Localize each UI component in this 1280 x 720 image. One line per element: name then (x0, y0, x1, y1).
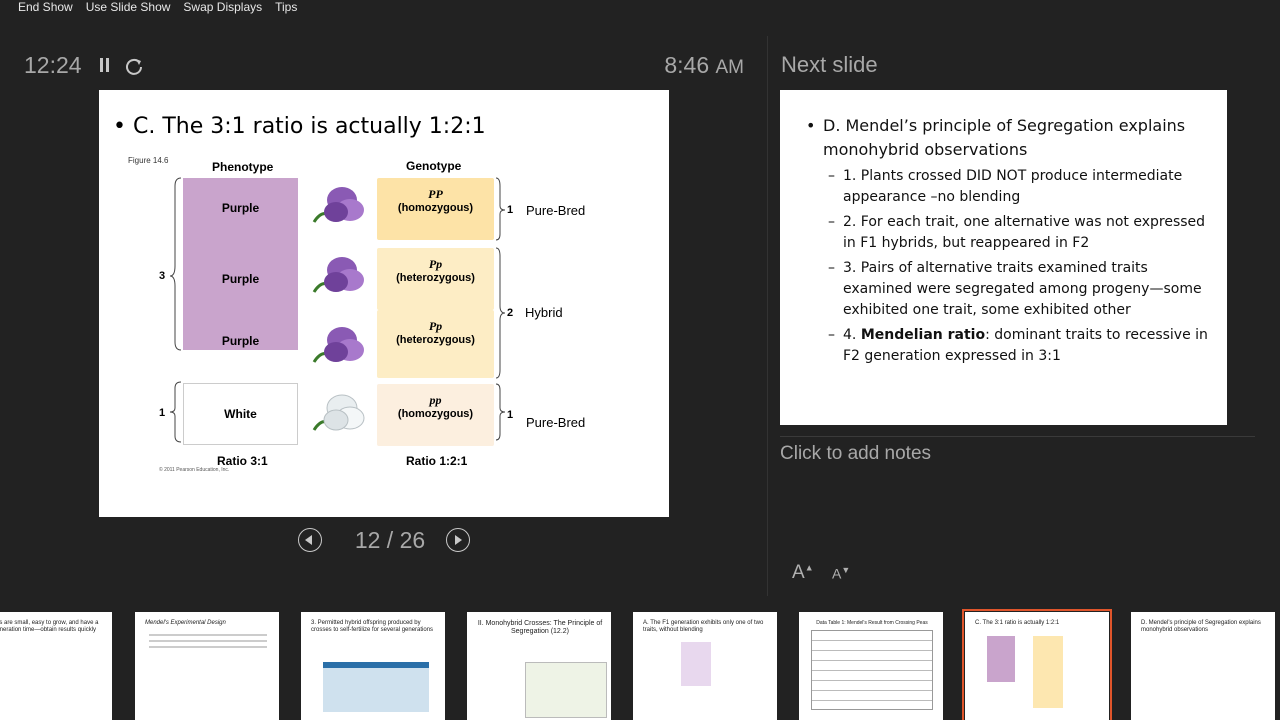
hybrid-label: Hybrid (525, 305, 563, 320)
copyright-text: © 2011 Pearson Education, Inc. (159, 467, 230, 473)
previous-slide-icon[interactable] (298, 528, 322, 552)
end-show-menu[interactable]: End Show (0, 0, 82, 16)
genotype-type: (heterozygous) (396, 334, 475, 346)
thumbnail-table (811, 630, 933, 710)
slide-thumbnail-selected[interactable]: C. The 3:1 ratio is actually 1:2:1 (962, 609, 1112, 720)
subpoint-prefix: 4. (843, 327, 861, 343)
slide-filmstrip: ea plants are small, easy to grow, and h… (0, 608, 1280, 720)
notes-divider (780, 436, 1255, 437)
phenotype-label: Purple (221, 334, 260, 348)
swap-displays-menu[interactable]: Swap Displays (179, 0, 271, 16)
pure-bred-label: Pure-Bred (526, 415, 586, 430)
arrow-down-icon: ▼ (841, 565, 851, 575)
phenotype-ratio: Ratio 3:1 (217, 454, 268, 468)
increase-font-label: A (792, 562, 805, 583)
thumbnail-line (149, 640, 267, 642)
next-slide-label: Next slide (781, 52, 878, 77)
pure-bred-label: Pure-Bred (526, 203, 586, 218)
thumbnail-line (149, 634, 267, 636)
slide-title: C. The 3:1 ratio is actually 1:2:1 (113, 114, 486, 139)
next-slide-bullet: D. Mendel’s principle of Segregation exp… (806, 114, 1213, 162)
white-flower-icon (312, 394, 365, 431)
slide-thumbnail[interactable]: ea plants are small, easy to grow, and h… (0, 612, 112, 720)
thumbnail-title: A. The F1 generation exhibits only one o… (643, 620, 764, 633)
pause-icon[interactable] (98, 58, 112, 73)
genotype-box: PP (homozygous) (377, 178, 494, 240)
decrease-font-button[interactable]: A▼ (832, 565, 850, 582)
purple-flower-icon (312, 187, 364, 223)
genotype-symbol: Pp (428, 257, 443, 271)
genotype-symbol: pp (429, 393, 442, 407)
next-slide-subpoint: 3. Pairs of alternative traits examined … (828, 258, 1213, 321)
phenotype-header: Phenotype (212, 160, 274, 174)
genotype-box: pp (homozygous) (377, 384, 494, 446)
use-slide-show-menu[interactable]: Use Slide Show (82, 0, 180, 16)
flower-icons (312, 187, 365, 431)
thumbnail-title: Data Table 1: Mendel's Result from Cross… (816, 620, 928, 626)
next-slide-preview[interactable]: D. Mendel’s principle of Segregation exp… (780, 90, 1227, 425)
thumbnail-figure (323, 662, 429, 712)
left-brackets (169, 177, 182, 443)
thumbnail-figure (681, 642, 711, 686)
left-count: 3 (159, 270, 166, 282)
clock-time: 8:46 (664, 52, 710, 78)
genotype-symbol: Pp (428, 319, 443, 333)
genotype-box: Pp (heterozygous) (377, 310, 494, 378)
right-count: 1 (507, 409, 514, 421)
tips-menu[interactable]: Tips (271, 0, 306, 16)
slide-thumbnail[interactable]: D. Mendel's principle of Segregation exp… (1131, 612, 1275, 720)
right-count: 2 (507, 307, 514, 319)
thumbnail-title: C. The 3:1 ratio is actually 1:2:1 (975, 620, 1060, 626)
restart-timer-icon[interactable] (124, 56, 144, 76)
current-slide[interactable]: C. The 3:1 ratio is actually 1:2:1 Figur… (99, 90, 669, 517)
thumbnail-title: Mendel's Experimental Design (145, 620, 226, 626)
left-count: 1 (159, 407, 166, 419)
thumbnail-title: II. Monohybrid Crosses: The Principle of… (477, 620, 603, 635)
mendelian-ratio-term: Mendelian ratio (860, 327, 986, 343)
genotype-type: (heterozygous) (396, 272, 475, 284)
genotype-symbol: PP (428, 187, 443, 201)
decrease-font-label: A (832, 565, 842, 582)
right-count: 1 (507, 204, 514, 216)
phenotype-label: Purple (221, 201, 260, 215)
next-slide-subpoint: 1. Plants crossed DID NOT produce interm… (828, 166, 1213, 208)
thumbnail-figure (525, 662, 607, 718)
current-time: 8:46 AM (664, 52, 744, 79)
timer-row: 12:24 8:46 AM (24, 50, 744, 80)
purple-flower-icon (312, 327, 364, 363)
slide-counter: 12 / 26 (354, 527, 426, 553)
pane-divider[interactable] (767, 36, 768, 596)
genotype-header: Genotype (406, 159, 462, 173)
increase-font-button[interactable]: A▲ (792, 562, 814, 584)
slide-thumbnail[interactable]: A. The F1 generation exhibits only one o… (633, 612, 777, 720)
thumbnail-figure (987, 636, 1015, 682)
next-slide-subpoint: 2. For each trait, one alternative was n… (828, 212, 1213, 254)
next-slide-subpoint: 4. Mendelian ratio: dominant traits to r… (828, 325, 1213, 367)
genotype-type: (homozygous) (397, 408, 474, 420)
elapsed-timer: 12:24 (24, 52, 82, 78)
slide-navigation: 12 / 26 (298, 527, 473, 555)
arrow-up-icon: ▲ (804, 562, 814, 573)
clock-ampm: AM (715, 57, 745, 78)
phenotype-label: White (224, 407, 257, 421)
slide-thumbnail[interactable]: II. Monohybrid Crosses: The Principle of… (467, 612, 611, 720)
figure-label: Figure 14.6 (128, 156, 169, 165)
slide-thumbnail[interactable]: Data Table 1: Mendel's Result from Cross… (799, 612, 943, 720)
thumbnail-figure (1033, 636, 1063, 708)
genotype-ratio: Ratio 1:2:1 (406, 454, 468, 468)
thumbnail-line (149, 646, 267, 648)
thumbnail-title: D. Mendel's principle of Segregation exp… (1141, 620, 1261, 633)
thumbnail-title: ea plants are small, easy to grow, and h… (0, 620, 99, 633)
genotype-box: Pp (heterozygous) (377, 248, 494, 310)
slide-thumbnail[interactable]: Mendel's Experimental Design (135, 612, 279, 720)
genotype-type: (homozygous) (397, 202, 474, 214)
notes-area[interactable]: Click to add notes (780, 443, 931, 465)
purple-flower-icon (312, 257, 364, 293)
thumbnail-title: 3. Permitted hybrid offspring produced b… (311, 620, 434, 633)
next-slide-icon[interactable] (446, 528, 470, 552)
slide-thumbnail[interactable]: 3. Permitted hybrid offspring produced b… (301, 612, 445, 720)
phenotype-label: Purple (221, 272, 260, 286)
presenter-menubar: End Show Use Slide Show Swap Displays Ti… (0, 0, 1280, 16)
